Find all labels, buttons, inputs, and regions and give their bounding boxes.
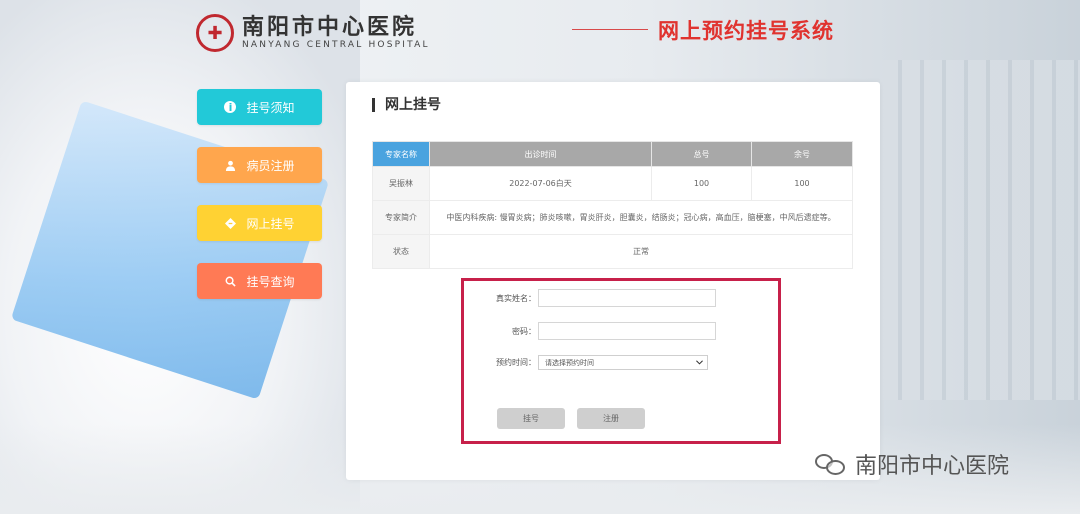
nav-registration-query[interactable]: 挂号查询: [197, 263, 322, 299]
hospital-name-cn: 南阳市中心医院: [242, 14, 418, 40]
user-icon: [224, 159, 236, 171]
system-title: 网上预约挂号系统: [658, 19, 834, 43]
nav-patient-register[interactable]: 病员注册: [197, 147, 322, 183]
header-divider: [572, 29, 648, 30]
password-input[interactable]: [538, 322, 716, 340]
info-icon: i: [224, 101, 237, 114]
search-icon: [224, 275, 236, 287]
time-label: 预约时间：: [496, 358, 536, 367]
col-header-doctor: 专家名称: [372, 141, 430, 167]
status-value: 正常: [429, 234, 853, 269]
nav-registration-notice[interactable]: i 挂号须知: [197, 89, 322, 125]
hospital-name-en: NANYANG CENTRAL HOSPITAL: [242, 40, 430, 50]
time-row: 预约时间： 请选择预约时间: [464, 355, 784, 370]
nav-label: 网上挂号: [246, 216, 295, 231]
nav-label: 挂号须知: [246, 100, 295, 115]
table-header-row: 专家名称 出诊时间 总号 余号: [372, 141, 853, 167]
total-slots: 100: [651, 166, 752, 201]
doctor-info-table: 专家名称 出诊时间 总号 余号 吴振林 2022-07-06白天 100 100…: [372, 141, 853, 269]
wechat-watermark: 南阳市中心医院: [815, 448, 1009, 480]
name-row: 真实姓名：: [464, 289, 784, 307]
chevron-down-icon: [696, 359, 703, 367]
registration-form: 真实姓名： 密码： 预约时间： 请选择预约时间 挂号 注册: [461, 278, 781, 444]
status-label: 状态: [372, 234, 430, 269]
doctor-intro: 中医内科疾病: 慢胃炎病；肺炎咳嗽，胃炎肝炎，胆囊炎，结肠炎；冠心病，高血压，脑…: [429, 200, 853, 235]
panel-title: 网上挂号: [372, 98, 441, 112]
col-header-remaining: 余号: [751, 141, 853, 167]
select-placeholder: 请选择预约时间: [545, 358, 594, 367]
appointment-time-select[interactable]: 请选择预约时间: [538, 355, 708, 370]
remaining-slots: 100: [751, 166, 853, 201]
wechat-icon: [815, 451, 847, 477]
nav-label: 病员注册: [246, 158, 295, 173]
registration-panel: 网上挂号 专家名称 出诊时间 总号 余号 吴振林 2022-07-06白天 10…: [346, 82, 880, 480]
table-row: 状态 正常: [372, 234, 853, 269]
register-appointment-button[interactable]: 挂号: [497, 408, 565, 429]
background-buildings: [880, 60, 1080, 400]
intro-label: 专家简介: [372, 200, 430, 235]
table-row: 专家简介 中医内科疾病: 慢胃炎病；肺炎咳嗽，胃炎肝炎，胆囊炎，结肠炎；冠心病，…: [372, 200, 853, 235]
clinic-time: 2022-07-06白天: [429, 166, 652, 201]
password-label: 密码：: [512, 326, 536, 336]
table-row: 吴振林 2022-07-06白天 100 100: [372, 166, 853, 201]
real-name-input[interactable]: [538, 289, 716, 307]
name-label: 真实姓名：: [496, 293, 536, 303]
password-row: 密码：: [464, 322, 784, 340]
doctor-name: 吴振林: [372, 166, 430, 201]
col-header-time: 出诊时间: [429, 141, 652, 167]
nav-label: 挂号查询: [246, 274, 295, 289]
col-header-total: 总号: [651, 141, 752, 167]
sign-up-button[interactable]: 注册: [577, 408, 645, 429]
hospital-logo: ✚ 南阳市中心医院 NANYANG CENTRAL HOSPITAL: [196, 14, 430, 52]
watermark-text: 南阳市中心医院: [855, 454, 1010, 479]
diamond-icon: [224, 217, 236, 229]
hospital-seal-icon: ✚: [196, 14, 234, 52]
nav-online-registration[interactable]: 网上挂号: [197, 205, 322, 241]
